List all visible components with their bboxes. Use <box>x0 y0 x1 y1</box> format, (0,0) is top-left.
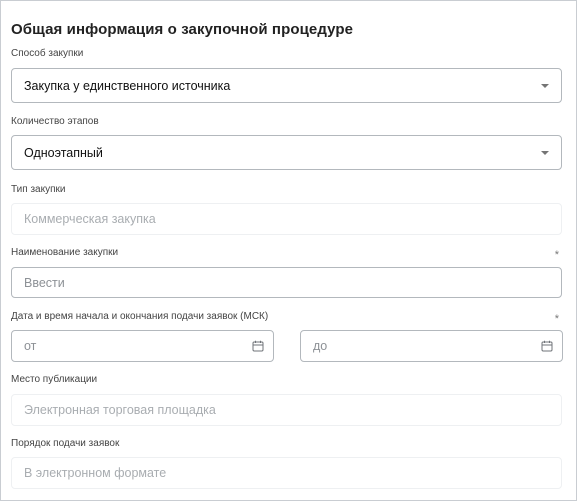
chevron-down-icon <box>541 151 549 155</box>
date-from-input[interactable]: от <box>11 330 274 362</box>
procurement-method-label: Способ закупки <box>11 48 84 59</box>
procurement-info-panel: Общая информация о закупочной процедуре … <box>0 0 577 501</box>
submission-dates-label: Дата и время начала и окончания подачи з… <box>11 311 269 322</box>
required-mark: * <box>554 313 559 325</box>
calendar-icon[interactable] <box>541 340 553 352</box>
procurement-type-value: Коммерческая закупка <box>24 212 156 226</box>
publication-place-value: Электронная торговая площадка <box>24 403 216 417</box>
stages-count-value: Одноэтапный <box>24 145 103 160</box>
stages-count-label: Количество этапов <box>11 116 99 127</box>
date-to-placeholder: до <box>313 339 328 353</box>
submission-order-value: В электронном формате <box>24 466 167 480</box>
stages-count-select[interactable]: Одноэтапный <box>11 135 562 170</box>
procurement-method-value: Закупка у единственного источника <box>24 78 231 93</box>
required-mark: * <box>554 249 559 261</box>
procurement-name-input[interactable]: Ввести <box>11 267 562 298</box>
submission-order-label: Порядок подачи заявок <box>11 438 120 449</box>
date-from-placeholder: от <box>24 339 37 353</box>
procurement-type-label: Тип закупки <box>11 184 66 195</box>
procurement-type-field: Коммерческая закупка <box>11 203 562 235</box>
procurement-method-select[interactable]: Закупка у единственного источника <box>11 68 562 103</box>
section-title: Общая информация о закупочной процедуре <box>11 21 354 38</box>
date-to-input[interactable]: до <box>300 330 563 362</box>
publication-place-field: Электронная торговая площадка <box>11 394 562 426</box>
calendar-icon[interactable] <box>252 340 264 352</box>
procurement-name-label: Наименование закупки <box>11 247 119 258</box>
publication-place-label: Место публикации <box>11 374 98 385</box>
submission-order-field: В электронном формате <box>11 457 562 489</box>
chevron-down-icon <box>541 84 549 88</box>
procurement-name-placeholder: Ввести <box>24 275 65 290</box>
